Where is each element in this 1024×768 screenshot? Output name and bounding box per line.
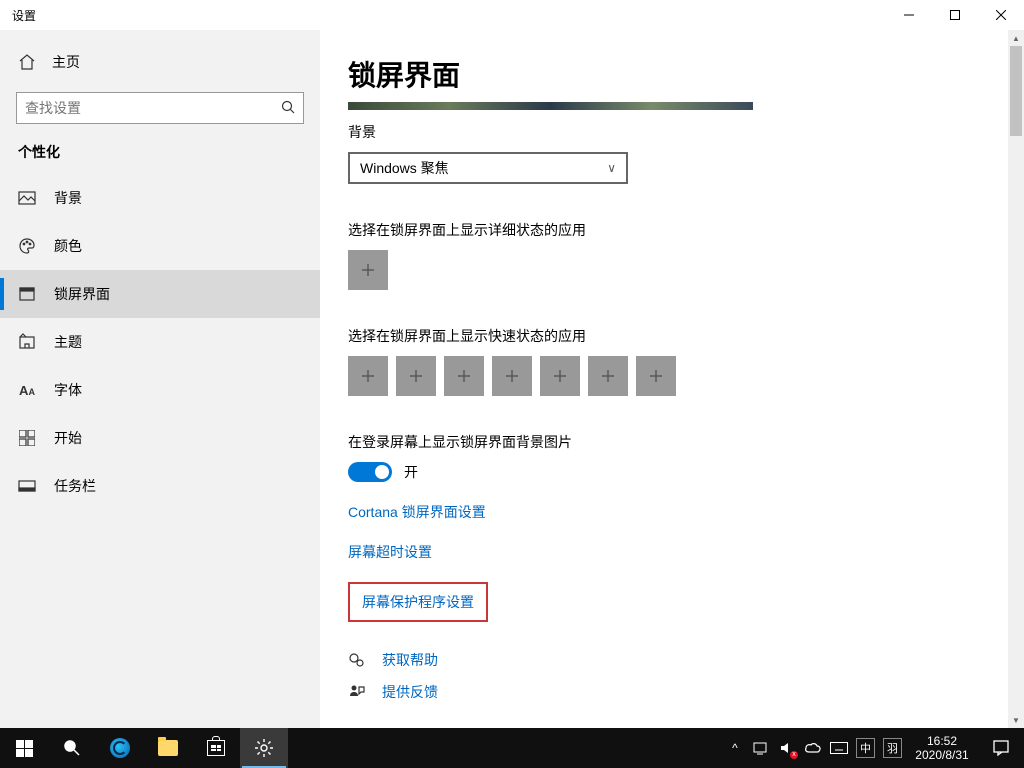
- add-quick-app-button[interactable]: [444, 356, 484, 396]
- add-quick-app-button[interactable]: [540, 356, 580, 396]
- sidebar: 主页 个性化 背景 颜色 锁屏界面: [0, 30, 320, 728]
- sidebar-item-fonts[interactable]: AA 字体: [0, 366, 320, 414]
- page-title: 锁屏界面: [348, 54, 980, 94]
- scroll-down-icon[interactable]: ▼: [1008, 712, 1024, 728]
- category-label: 个性化: [0, 142, 320, 174]
- taskbar-icon: [18, 477, 36, 495]
- search-input[interactable]: [16, 92, 304, 124]
- chevron-down-icon: ∨: [607, 161, 616, 175]
- tray-ime-1[interactable]: 中: [856, 738, 875, 758]
- minimize-button[interactable]: [886, 0, 932, 30]
- get-help-link[interactable]: 获取帮助: [348, 650, 980, 670]
- tray-onedrive-icon[interactable]: [804, 739, 822, 757]
- detail-apps-label: 选择在锁屏界面上显示详细状态的应用: [348, 220, 980, 240]
- help-label: 获取帮助: [382, 650, 438, 670]
- maximize-button[interactable]: [932, 0, 978, 30]
- taskbar-clock[interactable]: 16:52 2020/8/31: [906, 728, 978, 768]
- background-value: Windows 聚焦: [360, 158, 449, 178]
- sidebar-item-label: 背景: [54, 188, 82, 208]
- screensaver-link[interactable]: 屏幕保护程序设置: [348, 582, 488, 622]
- sidebar-item-label: 颜色: [54, 236, 82, 256]
- scrollbar[interactable]: ▲ ▼: [1008, 30, 1024, 728]
- sidebar-item-taskbar[interactable]: 任务栏: [0, 462, 320, 510]
- lockscreen-preview: [348, 102, 753, 110]
- window-title: 设置: [12, 7, 36, 24]
- picture-icon: [18, 189, 36, 207]
- add-quick-app-button[interactable]: [588, 356, 628, 396]
- taskbar-edge[interactable]: [96, 728, 144, 768]
- tray-volume-icon[interactable]: x: [778, 739, 796, 757]
- search-icon: [281, 100, 295, 117]
- sidebar-item-label: 主题: [54, 332, 82, 352]
- feedback-label: 提供反馈: [382, 682, 438, 702]
- sidebar-item-label: 锁屏界面: [54, 284, 110, 304]
- start-icon: [18, 429, 36, 447]
- show-signin-label: 在登录屏幕上显示锁屏界面背景图片: [348, 432, 980, 452]
- lockscreen-icon: [18, 285, 36, 303]
- feedback-icon: [348, 684, 366, 700]
- taskbar-explorer[interactable]: [144, 728, 192, 768]
- search-field[interactable]: [25, 100, 281, 116]
- home-nav[interactable]: 主页: [0, 42, 320, 82]
- background-select[interactable]: Windows 聚焦 ∨: [348, 152, 628, 184]
- sidebar-item-start[interactable]: 开始: [0, 414, 320, 462]
- tray-ime-2[interactable]: 羽: [883, 738, 902, 758]
- sidebar-item-lockscreen[interactable]: 锁屏界面: [0, 270, 320, 318]
- content-area: 锁屏界面 背景 Windows 聚焦 ∨ 选择在锁屏界面上显示详细状态的应用 选…: [320, 30, 1008, 728]
- scroll-up-icon[interactable]: ▲: [1008, 30, 1024, 46]
- home-label: 主页: [52, 52, 80, 72]
- tray-network-icon[interactable]: [752, 739, 770, 757]
- sidebar-item-themes[interactable]: 主题: [0, 318, 320, 366]
- background-label: 背景: [348, 122, 980, 142]
- palette-icon: [18, 237, 36, 255]
- timeout-link[interactable]: 屏幕超时设置: [348, 542, 980, 562]
- add-detail-app-button[interactable]: [348, 250, 388, 290]
- add-quick-app-button[interactable]: [396, 356, 436, 396]
- help-icon: [348, 651, 366, 669]
- themes-icon: [18, 333, 36, 351]
- add-quick-app-button[interactable]: [636, 356, 676, 396]
- feedback-link[interactable]: 提供反馈: [348, 682, 980, 702]
- fonts-icon: AA: [18, 381, 36, 399]
- sidebar-item-label: 字体: [54, 380, 82, 400]
- taskbar: ^ x 中 羽 16:52 2020/8/31: [0, 728, 1024, 768]
- sidebar-item-colors[interactable]: 颜色: [0, 222, 320, 270]
- close-button[interactable]: [978, 0, 1024, 30]
- show-signin-toggle[interactable]: [348, 462, 392, 482]
- toggle-on-label: 开: [404, 462, 418, 482]
- system-tray[interactable]: ^ x 中 羽: [722, 728, 906, 768]
- notification-button[interactable]: [978, 728, 1024, 768]
- add-quick-app-button[interactable]: [492, 356, 532, 396]
- add-quick-app-button[interactable]: [348, 356, 388, 396]
- sidebar-item-label: 任务栏: [54, 476, 96, 496]
- taskbar-settings[interactable]: [240, 728, 288, 768]
- quick-apps-label: 选择在锁屏界面上显示快速状态的应用: [348, 326, 980, 346]
- tray-keyboard-icon[interactable]: [830, 739, 848, 757]
- sidebar-item-label: 开始: [54, 428, 82, 448]
- home-icon: [18, 53, 36, 71]
- titlebar: 设置: [0, 0, 1024, 30]
- tray-chevron-icon[interactable]: ^: [726, 739, 744, 757]
- cortana-link[interactable]: Cortana 锁屏界面设置: [348, 502, 980, 522]
- sidebar-item-background[interactable]: 背景: [0, 174, 320, 222]
- clock-date: 2020/8/31: [915, 748, 968, 762]
- clock-time: 16:52: [927, 734, 957, 748]
- taskbar-store[interactable]: [192, 728, 240, 768]
- taskbar-search-button[interactable]: [48, 728, 96, 768]
- start-button[interactable]: [0, 728, 48, 768]
